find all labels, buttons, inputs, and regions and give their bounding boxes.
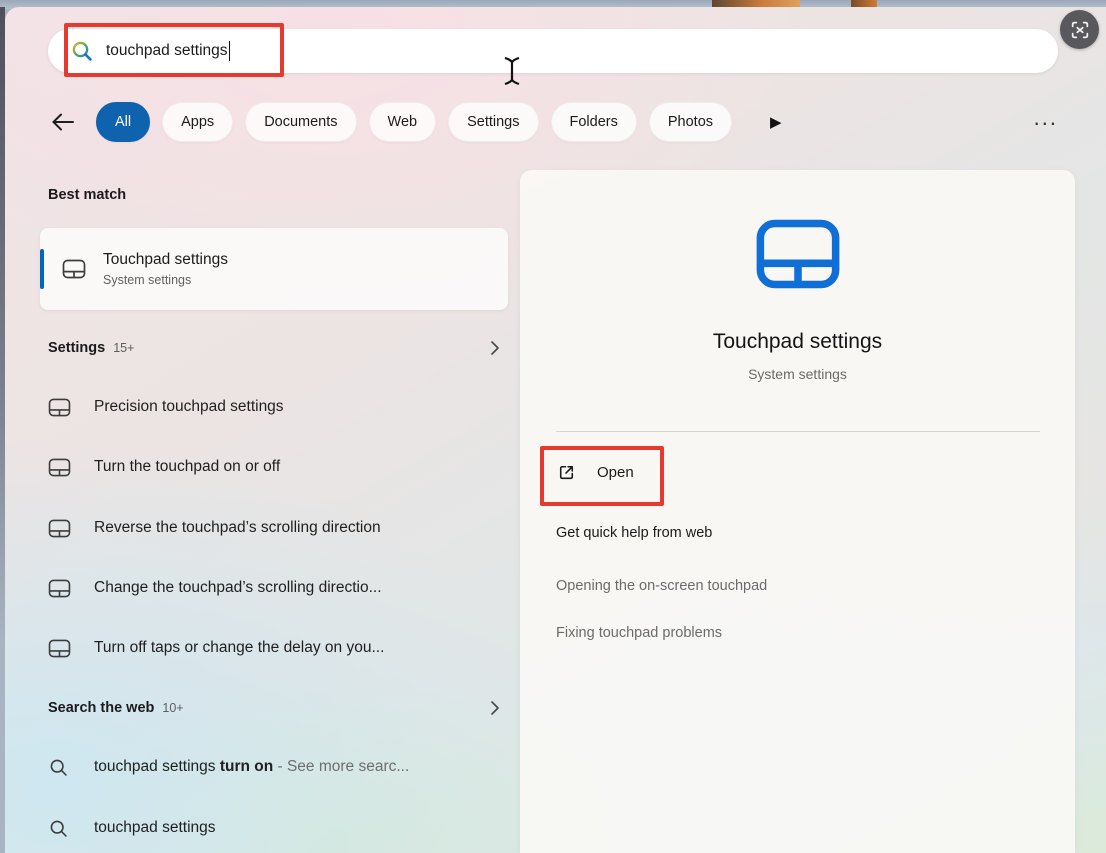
selection-accent-bar <box>40 249 44 289</box>
back-button[interactable] <box>48 107 78 137</box>
section-title: Best match <box>48 187 126 203</box>
visual-search-button[interactable] <box>1060 10 1099 49</box>
section-title: Settings <box>48 340 105 356</box>
touchpad-icon <box>48 639 72 658</box>
best-match-header: Best match <box>48 187 500 203</box>
divider <box>556 431 1040 432</box>
result-label: touchpad settings <box>94 819 216 837</box>
search-bar[interactable]: touchpad settings <box>48 29 1058 73</box>
section-count: 15+ <box>113 341 134 355</box>
touchpad-icon <box>48 398 72 417</box>
settings-result-row[interactable]: Turn the touchpad on or off <box>48 437 508 497</box>
ibeam-cursor <box>501 55 523 87</box>
open-button[interactable]: Open <box>556 454 634 490</box>
tab-all[interactable]: All <box>96 102 150 142</box>
screen-search-icon <box>1069 19 1091 41</box>
settings-result-row[interactable]: Turn off taps or change the delay on you… <box>48 618 508 678</box>
search-input[interactable]: touchpad settings <box>106 42 228 60</box>
touchpad-icon <box>48 579 72 598</box>
touchpad-icon <box>48 458 72 477</box>
touchpad-icon-large <box>755 218 841 295</box>
settings-section-header: Settings 15+ <box>48 340 500 356</box>
result-label: Turn off taps or change the delay on you… <box>94 639 384 657</box>
expand-section-chevron-icon[interactable] <box>490 700 500 716</box>
help-link-onscreen-touchpad[interactable]: Opening the on-screen touchpad <box>556 578 767 594</box>
tab-web[interactable]: Web <box>369 102 437 142</box>
search-icon <box>48 757 72 778</box>
windows-search-flyout: touchpad settings All <box>0 0 1106 853</box>
detail-title: Touchpad settings <box>520 330 1075 354</box>
web-section-header: Search the web 10+ <box>48 700 500 716</box>
touchpad-icon <box>48 519 72 538</box>
external-link-icon <box>556 462 577 483</box>
tab-folders[interactable]: Folders <box>551 102 637 142</box>
search-icon <box>48 818 72 839</box>
settings-result-row[interactable]: Change the touchpad’s scrolling directio… <box>48 558 508 618</box>
tabs-overflow-arrow-icon[interactable]: ▶ <box>770 115 782 130</box>
open-button-label: Open <box>597 464 634 481</box>
quick-help-link[interactable]: Get quick help from web <box>556 525 712 541</box>
result-label: touchpad settings turn on - See more sea… <box>94 758 409 776</box>
help-link-fixing-problems[interactable]: Fixing touchpad problems <box>556 625 722 641</box>
search-icon <box>70 39 94 63</box>
result-label: Reverse the touchpad’s scrolling directi… <box>94 519 381 537</box>
best-match-result[interactable]: Touchpad settings System settings <box>40 228 508 310</box>
settings-result-row[interactable]: Reverse the touchpad’s scrolling directi… <box>48 498 508 558</box>
tab-documents[interactable]: Documents <box>245 102 356 142</box>
tab-photos[interactable]: Photos <box>649 102 732 142</box>
panel-left-edge <box>0 7 5 853</box>
more-options-icon[interactable]: ... <box>1034 114 1058 131</box>
result-label: Change the touchpad’s scrolling directio… <box>94 579 382 597</box>
result-subtitle: System settings <box>103 273 228 287</box>
detail-subtitle: System settings <box>520 366 1075 382</box>
result-title: Touchpad settings <box>103 251 228 269</box>
text-caret <box>229 41 231 61</box>
settings-result-row[interactable]: Precision touchpad settings <box>48 377 508 437</box>
section-count: 10+ <box>162 701 183 715</box>
expand-section-chevron-icon[interactable] <box>490 340 500 356</box>
web-result-row[interactable]: touchpad settings turn on - See more sea… <box>48 737 508 797</box>
search-filter-tabs: All Apps Documents Web Settings Folders … <box>48 101 1058 143</box>
result-detail-panel: Touchpad settings System settings Open G… <box>520 170 1075 853</box>
section-title: Search the web <box>48 700 154 716</box>
tab-settings[interactable]: Settings <box>448 102 538 142</box>
result-label: Precision touchpad settings <box>94 398 284 416</box>
result-label: Turn the touchpad on or off <box>94 458 280 476</box>
touchpad-icon <box>62 259 86 279</box>
tab-apps[interactable]: Apps <box>162 102 233 142</box>
web-result-row[interactable]: touchpad settings <box>48 798 508 853</box>
